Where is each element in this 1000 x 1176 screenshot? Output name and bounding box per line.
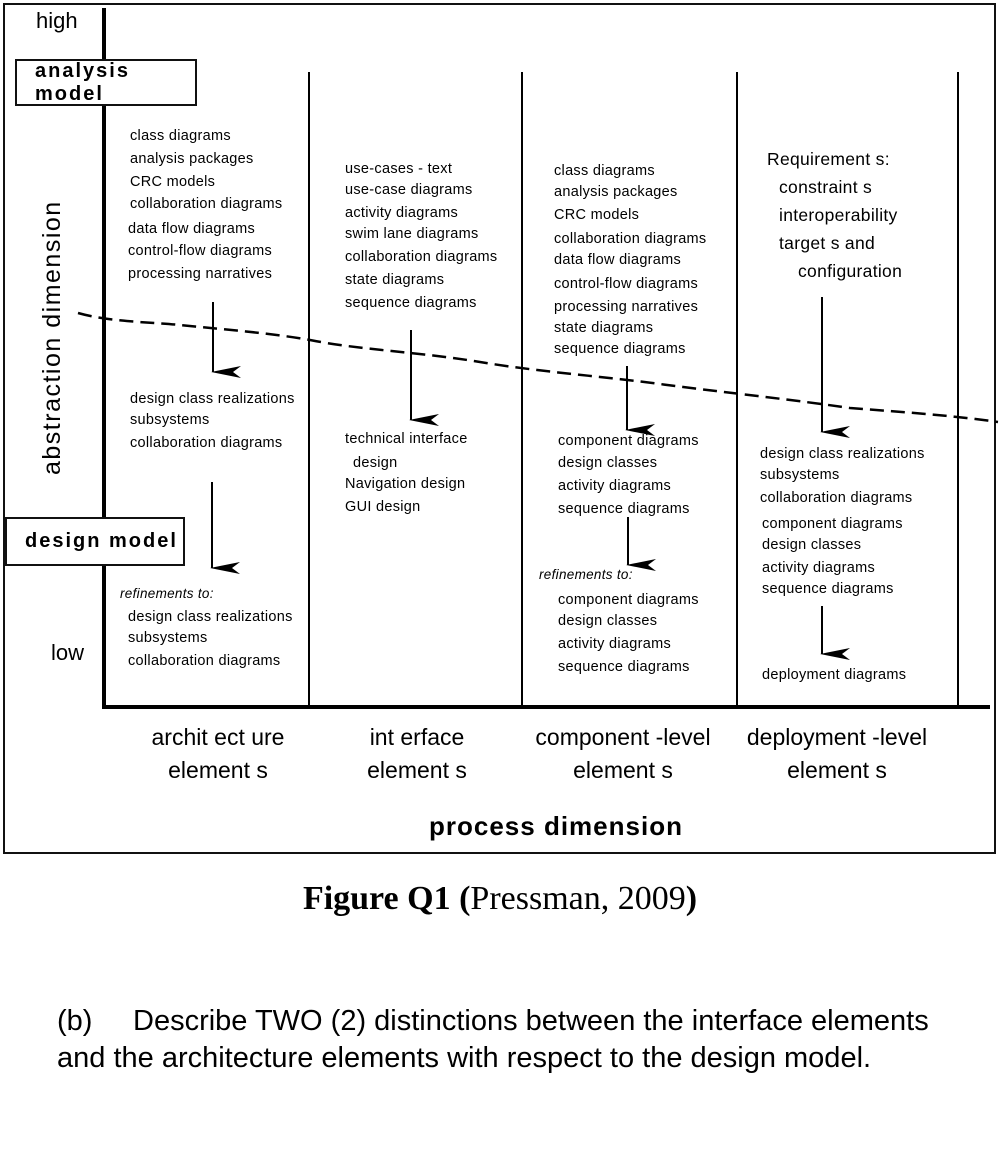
deployment-final-item: deployment diagrams: [762, 667, 907, 683]
column-title-component: component -level element s: [535, 724, 711, 783]
list-item: sequence diagrams: [762, 581, 894, 597]
interface-design-list: technical interface design Navigation de…: [345, 432, 468, 523]
y-axis-title: abstraction dimension: [38, 200, 66, 475]
list-item: sequence diagrams: [558, 659, 690, 675]
list-item: component diagrams: [558, 592, 699, 608]
list-item: collaboration diagrams: [760, 490, 913, 506]
list-item: Requirement s:: [767, 149, 890, 169]
list-item: component diagrams: [558, 433, 699, 449]
component-analysis-list: class diagrams analysis packages CRC mod…: [554, 164, 707, 363]
list-item: CRC models: [554, 207, 640, 223]
list-item: collaboration diagrams: [128, 653, 281, 669]
architecture-refinements-label: refinements to:: [120, 586, 214, 601]
deployment-requirements-list: Requirement s: constraint s interoperabi…: [767, 149, 903, 291]
list-item: component diagrams: [762, 516, 903, 532]
design-model-label: design model: [25, 530, 178, 552]
component-refinement-list: component diagrams design classes activi…: [558, 593, 699, 683]
list-item: use-cases - text: [345, 161, 453, 177]
list-item: activity diagrams: [762, 560, 876, 576]
architecture-refinement-list: design class realizations subsystems col…: [128, 610, 293, 677]
question-text-block: (b) Describe TWO (2) distinctions between…: [57, 1003, 937, 1077]
list-item: control-flow diagrams: [128, 243, 273, 259]
list-item: collaboration diagrams: [345, 249, 498, 265]
list-item: design class realizations: [128, 609, 293, 625]
list-item: design classes: [558, 455, 658, 471]
list-item: class diagrams: [554, 163, 655, 179]
interface-analysis-list: use-cases - text use-case diagrams activ…: [345, 162, 498, 319]
list-item: sequence diagrams: [558, 501, 690, 517]
deployment-design-list: design class realizations subsystems col…: [760, 447, 925, 603]
y-axis-high-label: high: [36, 8, 78, 33]
question-text: Describe TWO (2) distinctions between th…: [57, 1005, 929, 1074]
component-design-list: component diagrams design classes activi…: [558, 434, 699, 525]
analysis-model-box: analysis model: [15, 59, 197, 106]
list-item: design classes: [558, 613, 658, 629]
column-title-architecture: archit ect ure element s: [151, 724, 285, 783]
list-item: interoperability: [779, 205, 898, 225]
list-item: technical interface: [345, 431, 468, 447]
list-item: analysis packages: [554, 184, 678, 200]
list-item: class diagrams: [130, 128, 231, 144]
list-item: target s and: [779, 233, 876, 253]
list-item: subsystems: [128, 630, 208, 646]
list-item: processing narratives: [128, 266, 273, 282]
architecture-design-list: design class realizations subsystems col…: [130, 392, 295, 459]
analysis-model-label: analysis model: [35, 59, 130, 105]
component-refinements-label: refinements to:: [539, 567, 633, 582]
column-title-interface: int erface element s: [367, 724, 467, 783]
list-item: activity diagrams: [558, 478, 672, 494]
list-item: state diagrams: [554, 320, 654, 336]
list-item: analysis packages: [130, 151, 254, 167]
list-item: activity diagrams: [558, 636, 672, 652]
list-item: GUI design: [345, 499, 421, 515]
list-item: swim lane diagrams: [345, 226, 479, 242]
list-item: subsystems: [130, 412, 210, 428]
figure-caption: Figure Q1 (Pressman, 2009): [0, 880, 1000, 918]
list-item: state diagrams: [345, 272, 445, 288]
list-item: data flow diagrams: [554, 252, 682, 268]
list-item: processing narratives: [554, 299, 699, 315]
list-item: data flow diagrams: [128, 221, 256, 237]
design-model-box: design model: [5, 517, 185, 566]
x-axis-title: process dimension: [429, 811, 683, 841]
list-item: collaboration diagrams: [130, 196, 283, 212]
figure-label: Figure Q1: [302, 880, 451, 917]
list-item: constraint s: [779, 177, 873, 197]
list-item: configuration: [798, 261, 903, 281]
list-item: collaboration diagrams: [554, 231, 707, 247]
column-title-deployment: deployment -level element s: [746, 724, 928, 783]
list-item: use-case diagrams: [345, 182, 473, 198]
list-item: sequence diagrams: [345, 295, 477, 311]
list-item: collaboration diagrams: [130, 435, 283, 451]
caption-source: Pressman, 2009: [470, 880, 686, 917]
y-axis-low-label: low: [51, 640, 85, 665]
list-item: design: [353, 455, 398, 471]
list-item: design classes: [762, 537, 862, 553]
caption-open-paren: (: [459, 880, 471, 917]
list-item: design class realizations: [760, 446, 925, 462]
list-item: design class realizations: [130, 391, 295, 407]
list-item: subsystems: [760, 467, 840, 483]
list-item: control-flow diagrams: [554, 276, 699, 292]
architecture-analysis-list: class diagrams analysis packages CRC mod…: [128, 128, 283, 290]
question-number: (b): [57, 1005, 93, 1037]
list-item: sequence diagrams: [554, 341, 686, 357]
list-item: CRC models: [130, 174, 216, 190]
list-item: activity diagrams: [345, 205, 459, 221]
list-item: Navigation design: [345, 476, 466, 492]
caption-close-paren: ): [685, 880, 698, 917]
